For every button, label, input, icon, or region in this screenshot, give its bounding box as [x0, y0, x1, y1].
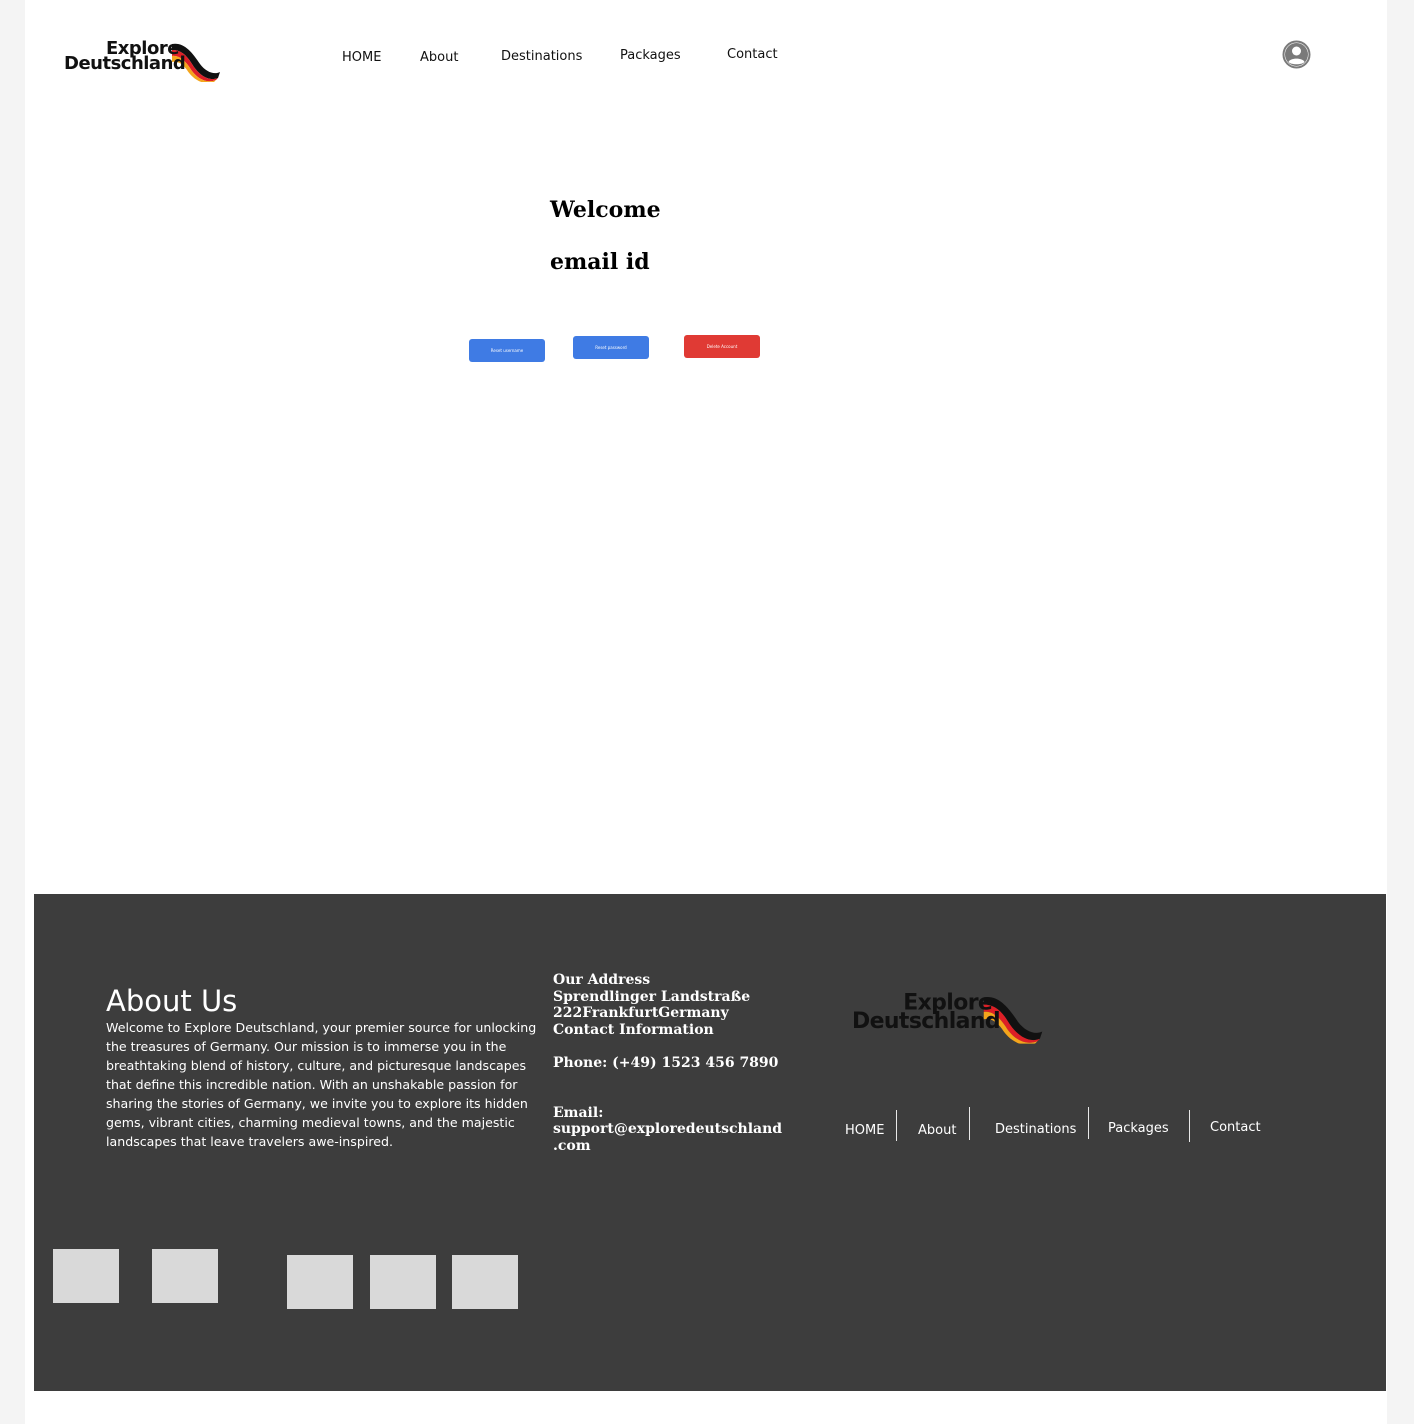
email-address-line-1[interactable]: support@exploredeutschland [553, 1121, 793, 1138]
social-icon-placeholder[interactable] [287, 1255, 353, 1309]
footer-nav-divider [1088, 1107, 1089, 1139]
social-icon-placeholder[interactable] [370, 1255, 436, 1309]
logo-text-line2: Deutschland [852, 1008, 1001, 1034]
footer-nav-packages[interactable]: Packages [1108, 1121, 1169, 1136]
contact-block: Our Address Sprendlinger Landstraße 222F… [553, 972, 793, 1154]
email-id-label: email id [550, 249, 650, 275]
footer: About Us Welcome to Explore Deutschland,… [34, 894, 1386, 1391]
social-icon-placeholder[interactable] [53, 1249, 119, 1303]
phone-text: Phone: (+49) 1523 456 7890 [553, 1054, 779, 1071]
contact-heading: Contact Information [553, 1021, 714, 1038]
reset-password-button[interactable]: Reset password [573, 336, 649, 359]
social-icon-placeholder[interactable] [152, 1249, 218, 1303]
footer-nav-home[interactable]: HOME [845, 1123, 884, 1138]
address-line-2: 222FrankfurtGermany [553, 1005, 729, 1022]
footer-logo[interactable]: Explore Deutschland [852, 990, 1047, 1046]
footer-nav-contact[interactable]: Contact [1210, 1120, 1261, 1135]
footer-nav-divider [896, 1110, 897, 1141]
nav-destinations[interactable]: Destinations [501, 49, 582, 64]
footer-nav-destinations[interactable]: Destinations [995, 1122, 1076, 1137]
logo-text-line2: Deutschland [64, 53, 186, 74]
user-circle-icon[interactable] [1282, 40, 1311, 69]
nav-packages[interactable]: Packages [620, 48, 681, 63]
footer-nav-divider [969, 1107, 970, 1140]
nav-home[interactable]: HOME [342, 50, 381, 65]
address-line-1: Sprendlinger Landstraße [553, 988, 751, 1005]
nav-about[interactable]: About [420, 50, 458, 65]
delete-account-button[interactable]: Delete Account [684, 335, 760, 358]
about-us-heading: About Us [106, 984, 238, 1018]
address-heading: Our Address [553, 972, 651, 988]
footer-nav-divider [1189, 1110, 1190, 1142]
header-logo[interactable]: Explore Deutschland [64, 38, 224, 84]
reset-username-button[interactable]: Reset username [469, 339, 545, 362]
footer-nav-about[interactable]: About [918, 1123, 956, 1138]
social-icon-placeholder[interactable] [452, 1255, 518, 1309]
welcome-heading: Welcome [550, 197, 661, 223]
about-us-text: Welcome to Explore Deutschland, your pre… [106, 1020, 537, 1149]
email-address-line-2[interactable]: .com [553, 1138, 793, 1155]
nav-contact[interactable]: Contact [727, 47, 778, 62]
email-heading: Email: [553, 1104, 604, 1121]
